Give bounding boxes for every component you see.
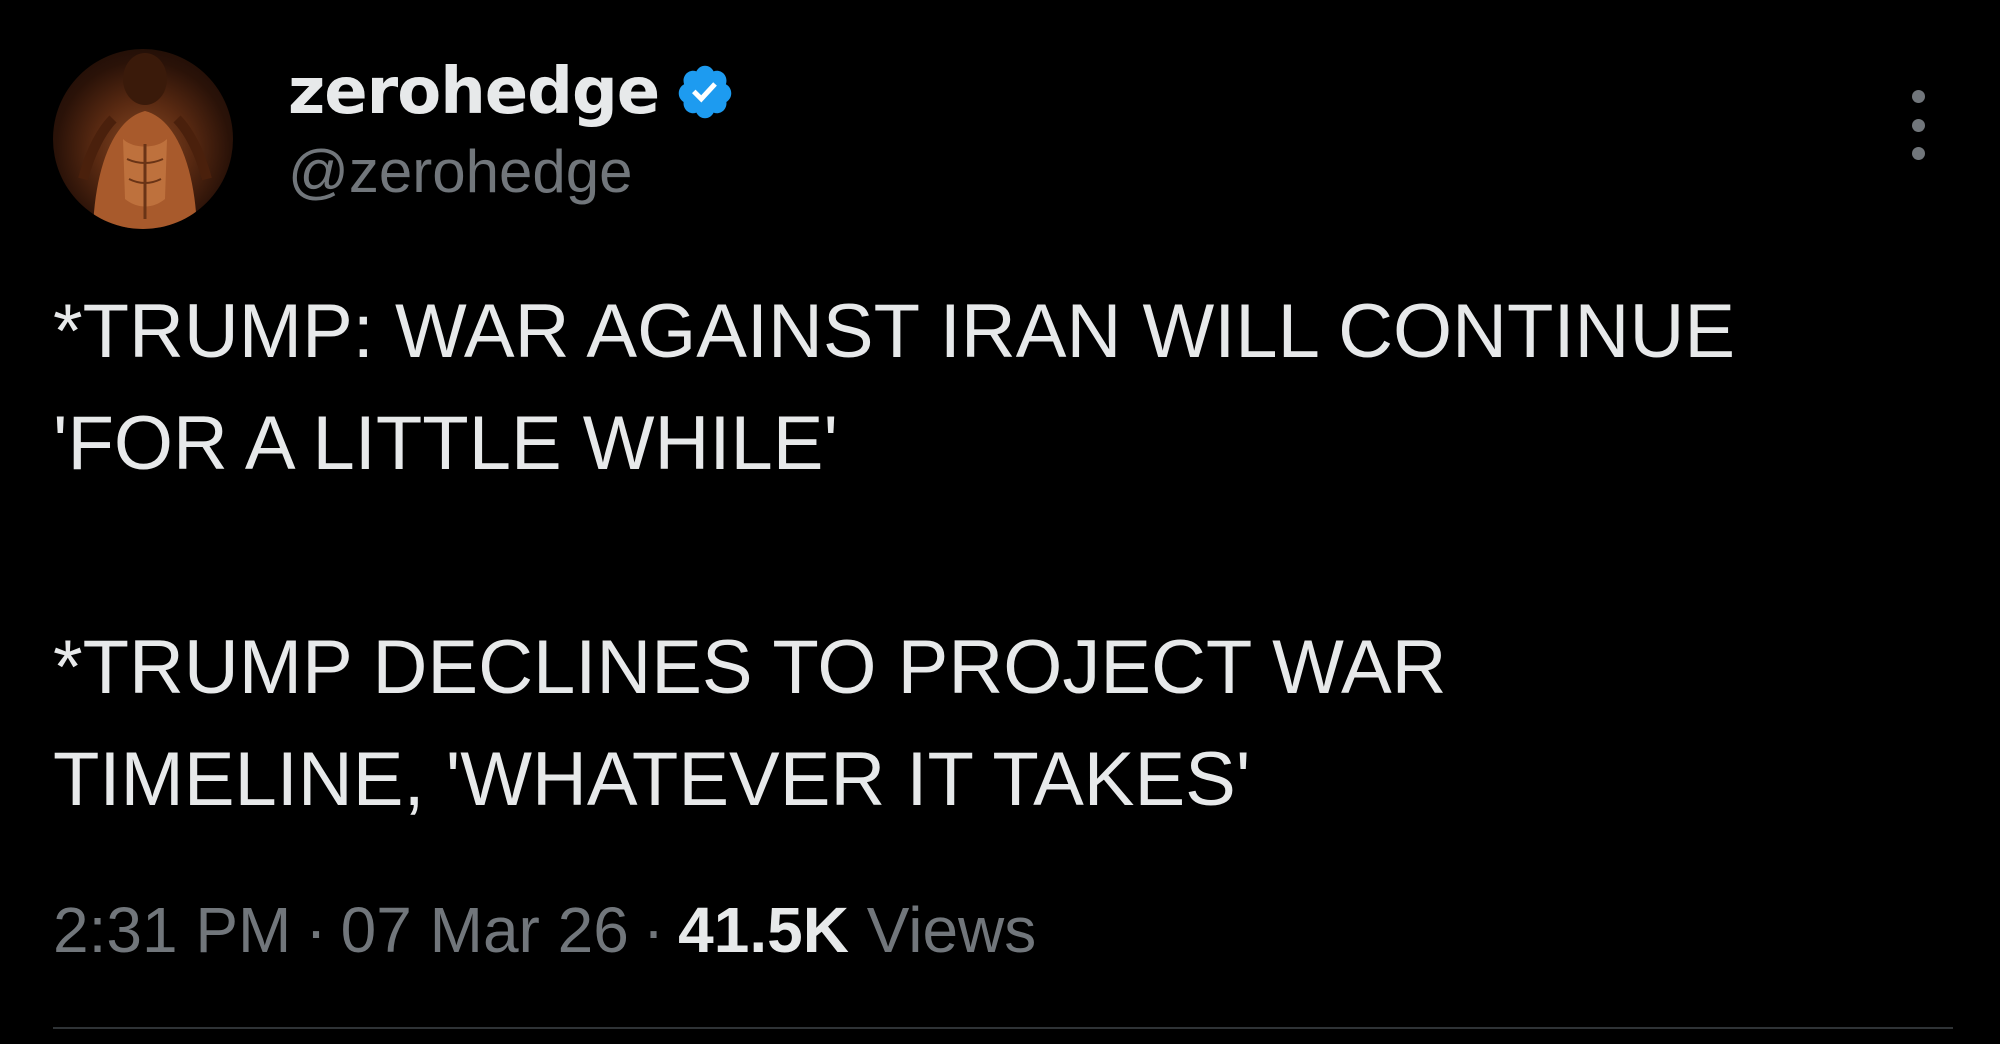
tweet-paragraph: *TRUMP: WAR AGAINST IRAN WILL CONTINUE '… (53, 289, 1736, 486)
tweet-time[interactable]: 2:31 PM (53, 894, 291, 966)
views-label: Views (866, 894, 1037, 966)
avatar-image (78, 53, 212, 229)
handle[interactable]: @zerohedge (288, 136, 735, 208)
tweet-card: zerohedge @zerohedge *TRUMP: WAR AGAINST… (0, 0, 2000, 1044)
divider (53, 1027, 1953, 1029)
more-dot (1911, 90, 1925, 103)
display-name-row: zerohedge (288, 52, 735, 132)
meta-separator: · (642, 894, 665, 966)
more-dot (1911, 147, 1925, 160)
tweet-paragraph: *TRUMP DECLINES TO PROJECT WAR TIMELINE,… (53, 625, 1447, 822)
meta-separator: · (305, 894, 327, 966)
display-name[interactable]: zerohedge (288, 52, 660, 132)
verified-badge-icon[interactable] (675, 62, 735, 122)
more-options-icon[interactable] (1900, 90, 1936, 160)
user-block[interactable]: zerohedge @zerohedge (288, 52, 735, 208)
tweet-text: *TRUMP: WAR AGAINST IRAN WILL CONTINUE '… (53, 276, 1973, 836)
more-dot (1911, 118, 1925, 132)
views-count[interactable]: 41.5K (678, 894, 849, 966)
avatar[interactable] (53, 49, 233, 229)
tweet-meta: 2:31 PM · 07 Mar 26 · 41.5K Views (53, 890, 1036, 970)
tweet-date[interactable]: 07 Mar 26 (341, 894, 629, 966)
